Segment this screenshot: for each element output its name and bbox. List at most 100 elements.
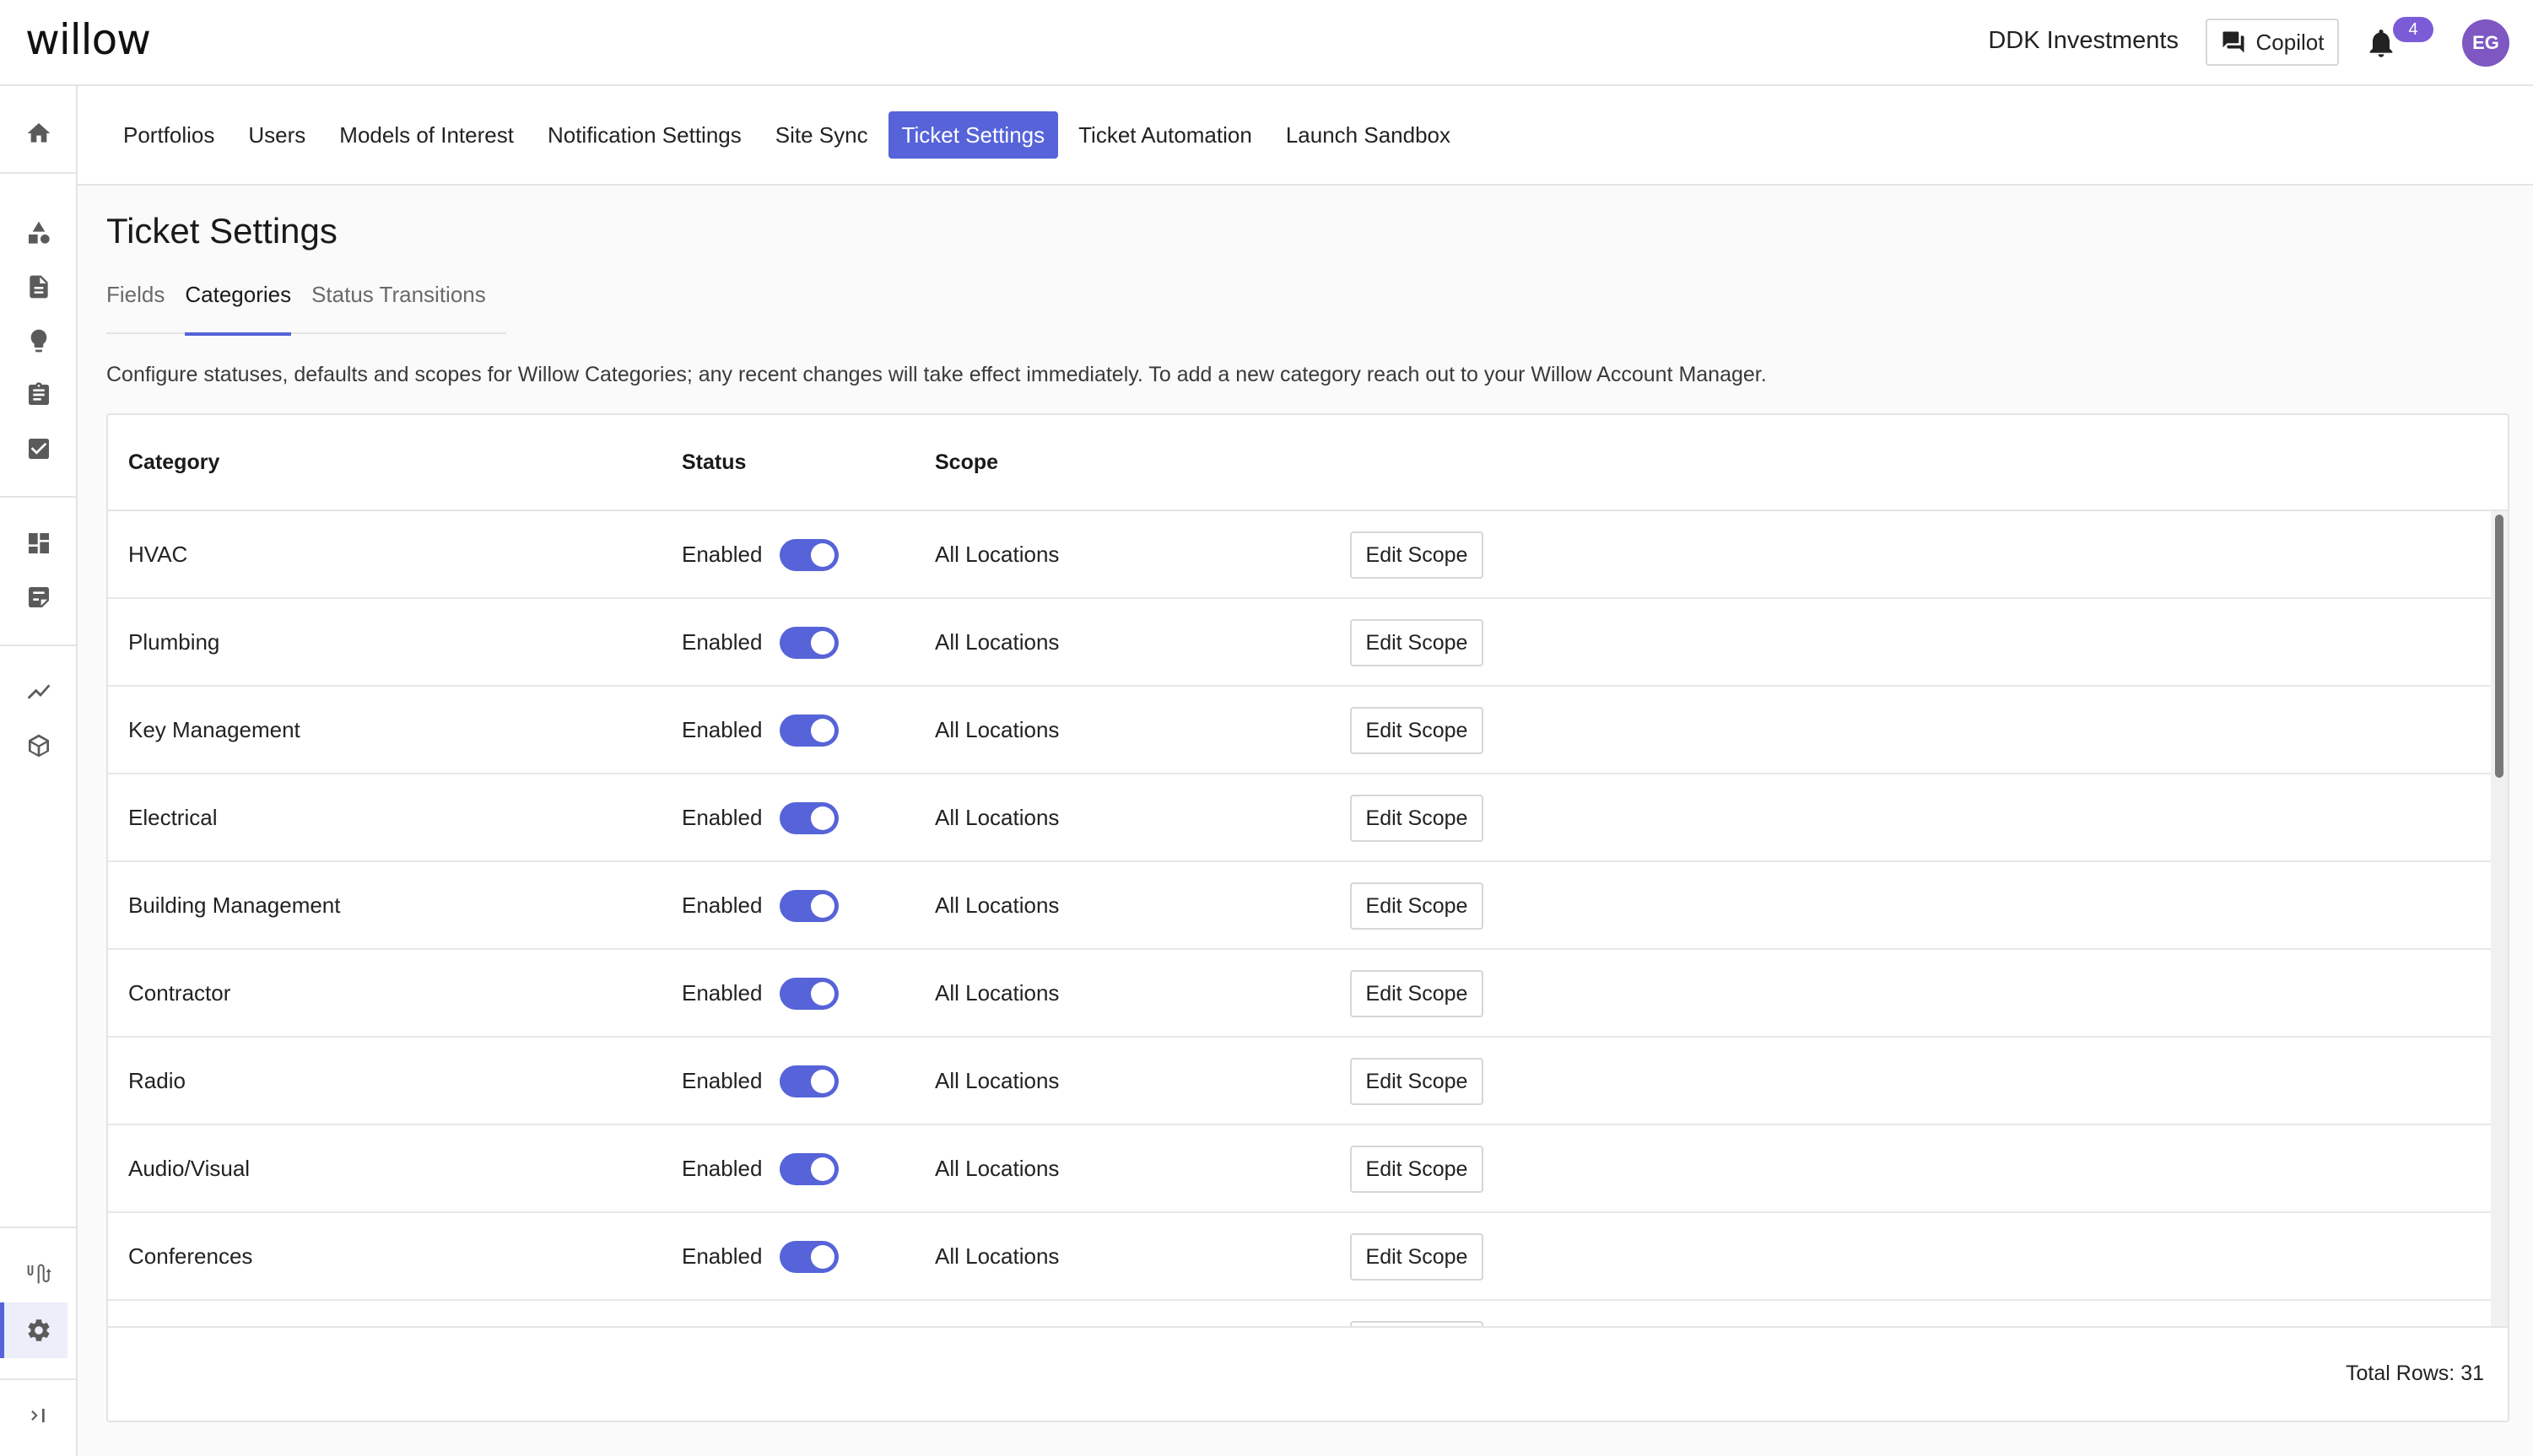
status-toggle[interactable] (780, 715, 839, 747)
category-cell: HVAC (128, 542, 188, 567)
category-cell: Radio (128, 1068, 186, 1093)
rail-divider (0, 172, 78, 174)
copilot-button[interactable]: Copilot (2206, 19, 2339, 66)
scope-cell: All Locations (935, 1068, 1060, 1093)
cube-icon[interactable] (22, 729, 56, 763)
willow-logo[interactable]: willow (25, 15, 151, 64)
category-cell: Conferences (128, 1243, 253, 1269)
toggle-knob (811, 543, 834, 567)
table-row: Electrical Enabled All Locations Edit Sc… (108, 774, 2494, 862)
document-icon[interactable] (22, 270, 56, 304)
edit-scope-button[interactable]: Edit Scope (1350, 1058, 1483, 1105)
edit-scope-button[interactable]: Edit Scope (1350, 531, 1483, 579)
table-row: Plumbing Enabled All Locations Edit Scop… (108, 599, 2494, 687)
page-description: Configure statuses, defaults and scopes … (106, 363, 1767, 386)
connectors-icon[interactable] (22, 1259, 56, 1292)
scrollbar-thumb[interactable] (2495, 515, 2503, 778)
edit-scope-button[interactable]: Edit Scope (1350, 619, 1483, 666)
toggle-knob (811, 1070, 834, 1093)
status-cell: Enabled (682, 1068, 763, 1093)
toggle-knob (811, 1245, 834, 1269)
column-header-scope[interactable]: Scope (935, 450, 998, 475)
status-toggle[interactable] (780, 1065, 839, 1097)
shapes-icon[interactable] (22, 216, 56, 250)
edit-scope-button[interactable]: Edit Scope (1350, 882, 1483, 930)
trend-icon[interactable] (22, 675, 56, 709)
edit-scope-button[interactable]: Edit Scope (1350, 707, 1483, 754)
table-row: Conferences Enabled All Locations Edit S… (108, 1213, 2494, 1301)
nav-ticket-automation[interactable]: Ticket Automation (1065, 111, 1266, 159)
status-cell: Enabled (682, 717, 763, 742)
table-header: Category Status Scope (108, 415, 2508, 511)
subtabs: Fields Categories Status Transitions (106, 278, 506, 336)
category-cell: Building Management (128, 892, 341, 918)
category-cell: Contractor (128, 980, 231, 1006)
org-name[interactable]: DDK Investments (1988, 27, 2179, 55)
edit-scope-button[interactable]: Edit Scope (1350, 1233, 1483, 1281)
status-toggle[interactable] (780, 1241, 839, 1273)
home-icon[interactable] (22, 116, 56, 150)
scope-cell: All Locations (935, 1243, 1060, 1269)
nav-launch-sandbox[interactable]: Launch Sandbox (1272, 111, 1464, 159)
status-toggle[interactable] (780, 802, 839, 834)
tab-categories[interactable]: Categories (185, 278, 291, 336)
nav-users[interactable]: Users (235, 111, 319, 159)
scope-cell: All Locations (935, 805, 1060, 830)
chat-icon (2222, 31, 2244, 53)
table-row: Radio Enabled All Locations Edit Scope (108, 1038, 2494, 1125)
nav-notification-settings[interactable]: Notification Settings (534, 111, 755, 159)
toggle-knob (811, 1157, 834, 1181)
tab-fields[interactable]: Fields (106, 278, 165, 334)
status-cell: Enabled (682, 629, 763, 655)
nav-site-sync[interactable]: Site Sync (762, 111, 882, 159)
status-cell: Enabled (682, 892, 763, 918)
scope-cell: All Locations (935, 629, 1060, 655)
tab-status-transitions[interactable]: Status Transitions (311, 278, 486, 334)
column-header-category[interactable]: Category (128, 450, 219, 475)
status-toggle[interactable] (780, 978, 839, 1010)
table-body: HVAC Enabled All Locations Edit Scope Pl… (108, 511, 2494, 1328)
status-toggle[interactable] (780, 539, 839, 571)
settings-nav: Portfolios Users Models of Interest Noti… (78, 86, 2533, 186)
table-row: Audio/Visual Enabled All Locations Edit … (108, 1125, 2494, 1213)
report-icon[interactable] (22, 580, 56, 614)
lightbulb-icon[interactable] (22, 324, 56, 358)
nav-ticket-settings[interactable]: Ticket Settings (888, 111, 1059, 159)
table-scrollbar[interactable] (2491, 511, 2508, 1328)
toggle-knob (811, 806, 834, 830)
total-rows-count: Total Rows: 31 (2346, 1362, 2484, 1385)
nav-models-of-interest[interactable]: Models of Interest (326, 111, 527, 159)
checkbox-icon[interactable] (22, 432, 56, 466)
table-row: Building Management Enabled All Location… (108, 862, 2494, 950)
status-toggle[interactable] (780, 890, 839, 922)
gear-icon[interactable] (22, 1313, 56, 1347)
rail-divider (0, 496, 78, 498)
edit-scope-button[interactable]: Edit Scope (1350, 1146, 1483, 1193)
dashboard-icon[interactable] (22, 526, 56, 560)
scope-cell: All Locations (935, 892, 1060, 918)
table-row: HVAC Enabled All Locations Edit Scope (108, 511, 2494, 599)
table-row: Key Management Enabled All Locations Edi… (108, 687, 2494, 774)
status-cell: Enabled (682, 805, 763, 830)
table-row (108, 1301, 2494, 1328)
status-toggle[interactable] (780, 1153, 839, 1185)
column-header-status[interactable]: Status (682, 450, 746, 475)
edit-scope-button[interactable]: Edit Scope (1350, 795, 1483, 842)
avatar[interactable]: EG (2462, 19, 2509, 67)
status-toggle[interactable] (780, 627, 839, 659)
table-row: Contractor Enabled All Locations Edit Sc… (108, 950, 2494, 1038)
category-cell: Key Management (128, 717, 300, 742)
expand-icon[interactable] (22, 1399, 56, 1432)
edit-scope-button[interactable]: Edit Scope (1350, 970, 1483, 1017)
toggle-knob (811, 719, 834, 742)
top-bar: willow DDK Investments Copilot 4 EG (0, 0, 2533, 86)
scope-cell: All Locations (935, 717, 1060, 742)
category-cell: Plumbing (128, 629, 220, 655)
rail-divider (0, 1227, 78, 1228)
categories-table: Category Status Scope HVAC Enabled All L… (106, 413, 2509, 1422)
clipboard-icon[interactable] (22, 378, 56, 412)
nav-portfolios[interactable]: Portfolios (110, 111, 228, 159)
toggle-knob (811, 894, 834, 918)
notification-badge: 4 (2393, 17, 2433, 42)
rail-divider (0, 1378, 78, 1380)
